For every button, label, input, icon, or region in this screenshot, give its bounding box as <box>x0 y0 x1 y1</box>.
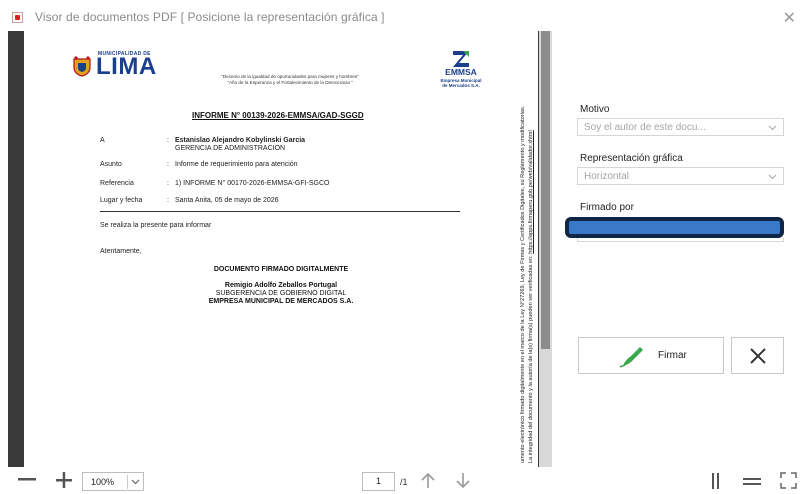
decenio-text: "Decenio de la igualdad de oportunidades… <box>221 74 359 85</box>
emmsa-logo-subtext: Empresa Municipal de Mercados S.A. <box>440 78 482 88</box>
zoom-select[interactable]: 100% <box>82 472 144 491</box>
field-label: Asunto <box>100 161 122 168</box>
pdf-viewer[interactable]: MUNICIPALIDAD DE LIMA "Decenio de la igu… <box>8 31 552 467</box>
divider <box>100 211 460 212</box>
field-row-lugar-fecha: Lugar y fecha : Santa Anita, 05 de mayo … <box>24 197 538 207</box>
lima-logo-text: LIMA <box>96 53 157 80</box>
next-page-arrow-icon[interactable] <box>455 472 471 489</box>
vertical-view-icon[interactable] <box>710 473 722 489</box>
cancel-button[interactable] <box>731 337 784 374</box>
window-title: Visor de documentos PDF [ Posicione la r… <box>35 10 385 24</box>
viewer-left-strip <box>8 31 15 467</box>
document-heading: INFORME N° 00139-2026-EMMSA/GAD-SGGD <box>192 111 364 120</box>
zoom-out-icon[interactable] <box>18 478 36 482</box>
field-row-referencia: Referencia : 1) INFORME N° 00170-2026-EM… <box>24 180 538 190</box>
close-icon <box>750 348 766 364</box>
emmsa-logo-text: EMMSA <box>445 67 477 77</box>
motivo-label: Motivo <box>580 104 610 115</box>
field-label: A <box>100 137 105 144</box>
page-total: /1 <box>400 477 408 487</box>
field-value: Santa Anita, 05 de mayo de 2026 <box>175 197 279 204</box>
chevron-down-icon <box>768 174 777 180</box>
fit-page-icon[interactable] <box>780 472 797 489</box>
zoom-in-icon[interactable] <box>56 472 72 488</box>
signer-company: EMPRESA MUNICIPAL DE MERCADOS S.A. <box>208 298 354 305</box>
vertical-scrollbar[interactable] <box>539 31 552 467</box>
close-icon[interactable]: ✕ <box>783 8 796 27</box>
field-value: Informe de requerimiento para atención <box>175 161 298 168</box>
vertical-legal-text: umento electrónico firmado digitalmente … <box>520 91 534 463</box>
representacion-select[interactable]: Horizontal <box>577 167 784 185</box>
motivo-value: Soy el autor de este docu... <box>584 122 706 133</box>
field-row-a: A : Estanislao Alejandro Kobylinski Garc… <box>24 137 538 155</box>
motivo-select[interactable]: Soy el autor de este docu... <box>577 118 784 136</box>
firmado-por-field[interactable] <box>565 217 784 238</box>
field-value: Estanislao Alejandro Kobylinski Garcia <box>175 137 306 144</box>
field-value-secondary: GERENCIA DE ADMINISTRACION <box>175 145 286 152</box>
field-value: 1) INFORME N° 00170-2026-EMMSA-GFI-SGCO <box>175 180 330 187</box>
lima-crest-icon <box>73 56 91 77</box>
vertical-legal-line-1: umento electrónico firmado digitalmente … <box>520 105 526 463</box>
closing-text: Atentamente, <box>100 248 142 255</box>
scrollbar-thumb[interactable] <box>541 31 550 349</box>
signer-department: SUBGERENCIA DE GOBIERNO DIGITAL <box>215 290 347 297</box>
representacion-value: Horizontal <box>584 171 630 182</box>
field-colon: : <box>167 137 169 144</box>
field-colon: : <box>167 161 169 168</box>
vertical-legal-line-2: La integridad del documento y la autoría… <box>528 130 534 463</box>
chevron-down-icon <box>131 479 140 485</box>
pdf-app-icon <box>12 12 23 23</box>
firmado-por-label: Firmado por <box>580 202 634 213</box>
firmado-por-field-underline <box>577 238 784 242</box>
representacion-label: Representación gráfica <box>580 153 683 164</box>
field-colon: : <box>167 180 169 187</box>
signer-name: Remigio Adolfo Zeballos Portugal <box>224 282 338 289</box>
field-label: Lugar y fecha <box>100 197 143 204</box>
field-label: Referencia <box>100 180 134 187</box>
previous-page-arrow-icon[interactable] <box>420 472 436 489</box>
body-text: Se realiza la presente para informar <box>100 222 212 229</box>
horizontal-view-icon[interactable] <box>743 476 761 486</box>
page-number-input[interactable]: 1 <box>362 472 395 491</box>
zoom-select-divider <box>127 475 128 489</box>
field-row-asunto: Asunto : Informe de requerimiento para a… <box>24 161 538 171</box>
firmar-button[interactable]: Firmar <box>578 337 724 374</box>
chevron-down-icon <box>768 125 777 131</box>
bottom-toolbar: 100% 1 /1 <box>0 467 810 494</box>
title-bar: Visor de documentos PDF [ Posicione la r… <box>0 0 810 34</box>
validator-link[interactable]: https://apps.firmaperu.gob.pe/web/valida… <box>528 130 534 253</box>
signed-label: DOCUMENTO FIRMADO DIGITALMENTE <box>213 266 349 273</box>
firmar-button-label: Firmar <box>658 350 687 361</box>
field-colon: : <box>167 197 169 204</box>
pen-icon <box>619 347 643 368</box>
pdf-page[interactable]: MUNICIPALIDAD DE LIMA "Decenio de la igu… <box>24 31 538 467</box>
zoom-value: 100% <box>91 477 115 487</box>
